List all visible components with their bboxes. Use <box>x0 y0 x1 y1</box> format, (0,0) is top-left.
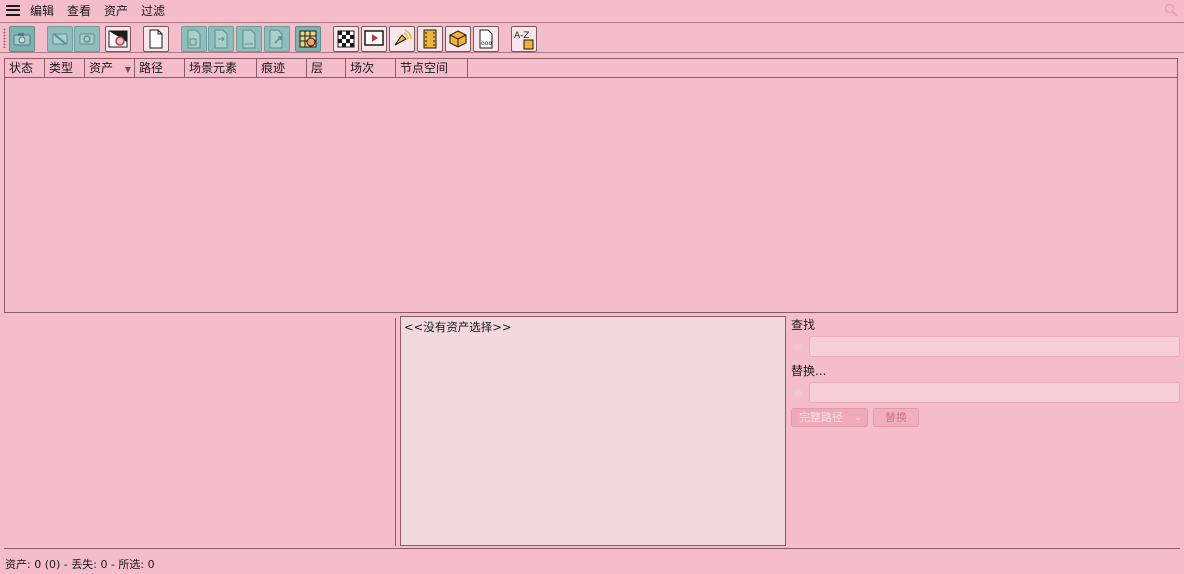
preview-panel <box>4 318 392 546</box>
file-reload-icon <box>269 29 283 49</box>
file-copy-icon <box>187 29 201 49</box>
column-status[interactable]: 状态 <box>5 59 45 77</box>
eye-slash-icon <box>52 33 68 45</box>
replace-button[interactable]: 替换 <box>873 408 919 427</box>
checker-icon <box>337 30 355 48</box>
status-separator <box>4 548 1180 549</box>
dots-file-icon: ooo <box>479 29 493 49</box>
filter-audio-button[interactable] <box>389 26 415 52</box>
menu-assets[interactable]: 资产 <box>104 2 128 19</box>
new-file-button[interactable] <box>143 26 169 52</box>
filter-other-button[interactable]: ooo <box>473 26 499 52</box>
status-bar-text: 资产: 0 (0) - 丢失: 0 - 所选: 0 <box>5 558 155 571</box>
column-type[interactable]: 类型 <box>45 59 85 77</box>
copy-path-button[interactable] <box>181 26 207 52</box>
sort-descending-icon: ▼ <box>124 65 131 74</box>
file-icon <box>149 29 163 49</box>
column-take[interactable]: 场次 <box>346 59 396 77</box>
menu-bar: 编辑 查看 资产 过滤 <box>0 0 1184 20</box>
relink-button[interactable] <box>236 26 262 52</box>
replace-label: 替换... <box>791 364 827 378</box>
path-mode-value: 完整路径 <box>799 411 843 424</box>
camera-icon-button[interactable] <box>9 26 35 52</box>
panel-divider[interactable] <box>395 318 396 546</box>
table-header: 状态 类型 资产 ▼ 路径 场景元素 痕迹 层 场次 节点空间 <box>5 59 1177 78</box>
filter-box-button[interactable] <box>445 26 471 52</box>
filter-video-button[interactable] <box>361 26 387 52</box>
swap-path-button[interactable] <box>208 26 234 52</box>
column-trace[interactable]: 痕迹 <box>257 59 307 77</box>
toolbar: ooo A-Z <box>0 22 1184 53</box>
film-icon <box>423 29 437 49</box>
menu-view[interactable]: 查看 <box>67 2 91 19</box>
filter-film-button[interactable] <box>417 26 443 52</box>
audio-icon <box>394 29 412 46</box>
column-layer[interactable]: 层 <box>307 59 346 77</box>
magnify-icon <box>108 30 128 48</box>
file-link-icon <box>242 29 256 49</box>
asset-detail-box: <<没有资产选择>> <box>400 316 786 546</box>
eye-icon <box>79 33 95 45</box>
reload-button[interactable] <box>264 26 290 52</box>
find-input[interactable] <box>809 336 1180 357</box>
find-history-icon[interactable] <box>794 343 802 351</box>
assets-table: 状态 类型 资产 ▼ 路径 场景元素 痕迹 层 场次 节点空间 <box>4 58 1178 313</box>
toolbar-grip[interactable] <box>3 28 6 48</box>
column-asset[interactable]: 资产 ▼ <box>85 59 135 77</box>
path-mode-select[interactable]: 完整路径 ⌄ <box>791 408 868 427</box>
file-swap-icon <box>214 29 228 49</box>
no-selection-text: <<没有资产选择>> <box>404 320 512 334</box>
replace-history-icon[interactable] <box>794 389 802 397</box>
reveal-icon-button[interactable] <box>105 26 131 52</box>
replace-input[interactable] <box>809 382 1180 403</box>
camera-icon <box>13 33 31 46</box>
column-path[interactable]: 路径 <box>135 59 185 77</box>
az-icon: A-Z <box>514 31 534 50</box>
hamburger-menu-icon[interactable] <box>6 4 20 16</box>
play-icon <box>364 30 384 46</box>
svg-text:ooo: ooo <box>481 40 492 47</box>
cube-icon <box>449 30 467 48</box>
grid-button[interactable] <box>295 26 321 52</box>
show-icon-button[interactable] <box>74 26 100 52</box>
column-node-space[interactable]: 节点空间 <box>396 59 468 77</box>
find-replace-panel: 查找 替换... 完整路径 ⌄ 替换 <box>791 316 1181 546</box>
chevron-down-icon: ⌄ <box>853 412 862 423</box>
column-asset-label: 资产 <box>89 61 114 75</box>
menu-filter[interactable]: 过滤 <box>141 2 165 19</box>
menu-edit[interactable]: 编辑 <box>30 2 54 19</box>
sort-az-button[interactable]: A-Z <box>511 26 537 52</box>
search-icon[interactable] <box>1164 3 1178 17</box>
find-label: 查找 <box>791 318 816 332</box>
filter-texture-button[interactable] <box>333 26 359 52</box>
grid-icon <box>299 30 317 48</box>
column-scene-element[interactable]: 场景元素 <box>185 59 257 77</box>
hide-icon-button[interactable] <box>47 26 73 52</box>
